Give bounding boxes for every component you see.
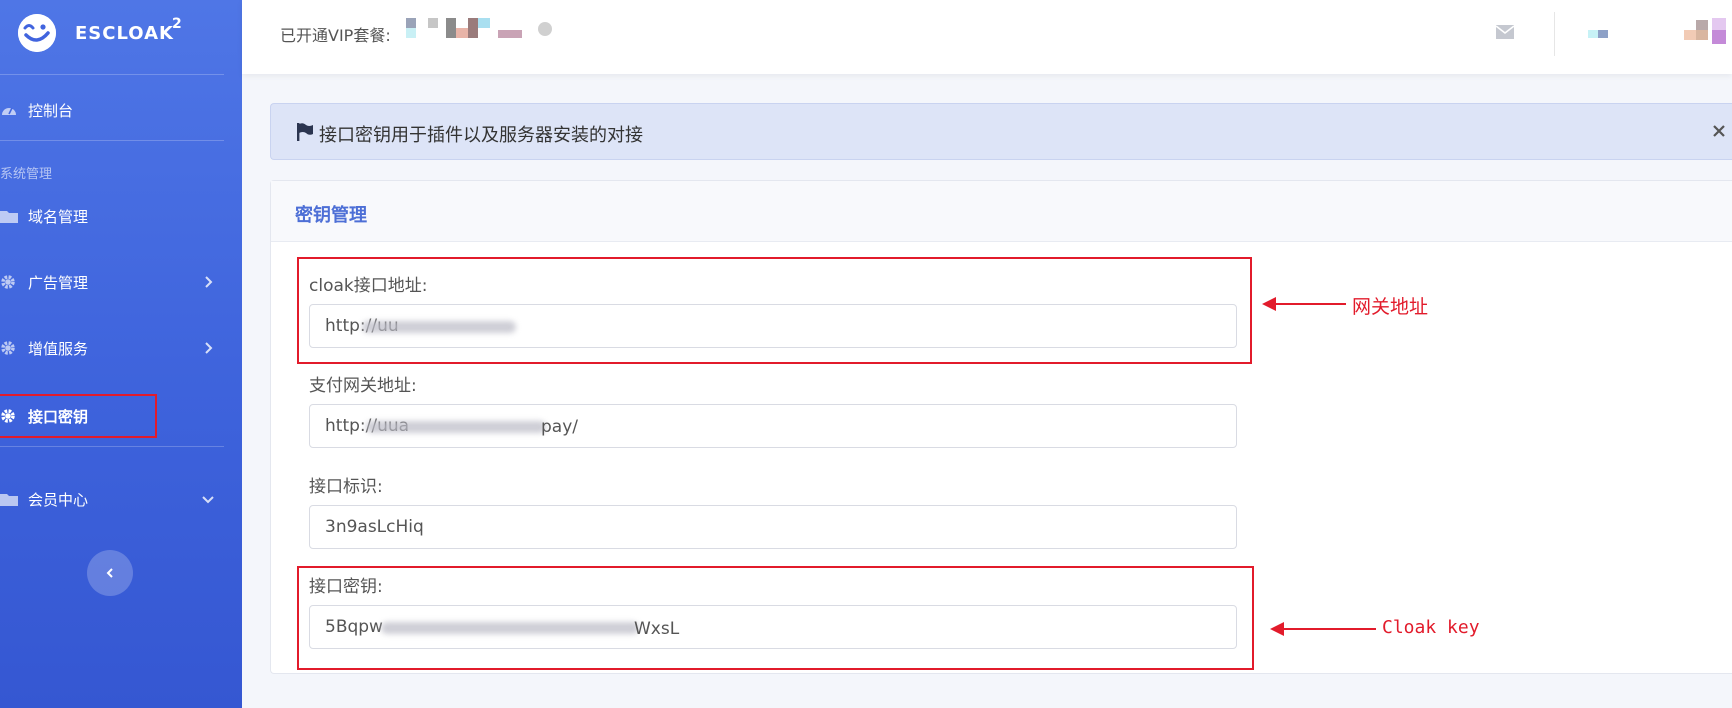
- sidebar-item-label: 增值服务: [28, 339, 89, 358]
- dashboard-icon: [0, 102, 20, 118]
- close-icon: [1713, 125, 1725, 137]
- mail-icon[interactable]: [1495, 24, 1515, 40]
- api-identifier-input[interactable]: [309, 505, 1237, 549]
- api-identifier-label: 接口标识:: [309, 477, 383, 497]
- api-key-label: 接口密钥:: [309, 577, 383, 597]
- topbar: 已开通VIP套餐:: [242, 0, 1732, 74]
- sidebar-item-services[interactable]: 增值服务: [0, 328, 230, 368]
- panel-header: 密钥管理: [271, 181, 1732, 242]
- redacted-text: [366, 421, 546, 433]
- sidebar-item-label: 会员中心: [28, 490, 89, 509]
- cloak-api-url-label: cloak接口地址:: [309, 276, 428, 296]
- folder-icon: [0, 208, 20, 224]
- annotation-arrow: [1262, 297, 1346, 311]
- chevron-left-icon: [106, 568, 113, 578]
- annotation-cloak-key-label: Cloak key: [1382, 617, 1480, 638]
- collapse-sidebar-button[interactable]: [87, 550, 133, 596]
- redacted-text: [381, 622, 639, 634]
- annotation-gateway-label: 网关地址: [1352, 296, 1429, 318]
- sidebar-divider: [0, 140, 224, 141]
- brand-version: 2: [172, 16, 182, 32]
- sidebar-item-members[interactable]: 会员中心: [0, 479, 230, 519]
- redacted-user-account[interactable]: [1588, 16, 1732, 52]
- gear-icon: [0, 274, 20, 290]
- redacted-vip-plan: [406, 16, 596, 40]
- vip-plan-label: 已开通VIP套餐:: [280, 26, 391, 45]
- close-alert-button[interactable]: [1706, 118, 1732, 144]
- sidebar-item-label: 广告管理: [28, 273, 89, 292]
- logo-icon: [18, 14, 56, 52]
- topbar-divider: [1554, 12, 1555, 56]
- sidebar-item-domains[interactable]: 域名管理: [0, 196, 230, 236]
- sidebar-divider: [0, 74, 224, 75]
- alert-message: 接口密钥用于插件以及服务器安装的对接: [319, 125, 643, 146]
- folder-icon: [0, 491, 20, 507]
- redacted-text: [362, 321, 516, 333]
- highlight-box: [0, 394, 157, 438]
- field-value-tail: WxsL: [634, 619, 680, 639]
- payment-gateway-url-label: 支付网关地址:: [309, 376, 417, 396]
- sidebar-divider: [0, 446, 224, 447]
- annotation-arrow: [1270, 622, 1376, 636]
- sidebar-item-dashboard[interactable]: 控制台: [0, 90, 230, 130]
- info-alert: 接口密钥用于插件以及服务器安装的对接: [270, 103, 1732, 160]
- sidebar-item-label: 域名管理: [28, 207, 89, 226]
- sidebar: ESCLOAK 2 控制台 系统管理 域名管理 广告管理 增值服务 接口密钥 会…: [0, 0, 242, 708]
- panel-title: 密钥管理: [295, 205, 367, 226]
- chevron-right-icon: [200, 274, 216, 290]
- brand[interactable]: ESCLOAK 2: [0, 0, 242, 74]
- brand-name: ESCLOAK: [75, 23, 174, 44]
- field-value-tail: pay/: [541, 417, 578, 437]
- sidebar-section-label: 系统管理: [0, 167, 53, 182]
- gear-icon: [0, 340, 20, 356]
- flag-icon: [297, 123, 313, 141]
- chevron-down-icon: [200, 491, 216, 507]
- key-management-panel: 密钥管理 cloak接口地址: 支付网关地址: pay/ 接口标识: 接口密钥:…: [270, 180, 1732, 674]
- sidebar-item-label: 控制台: [28, 101, 74, 120]
- chevron-right-icon: [200, 340, 216, 356]
- sidebar-item-ads[interactable]: 广告管理: [0, 262, 230, 302]
